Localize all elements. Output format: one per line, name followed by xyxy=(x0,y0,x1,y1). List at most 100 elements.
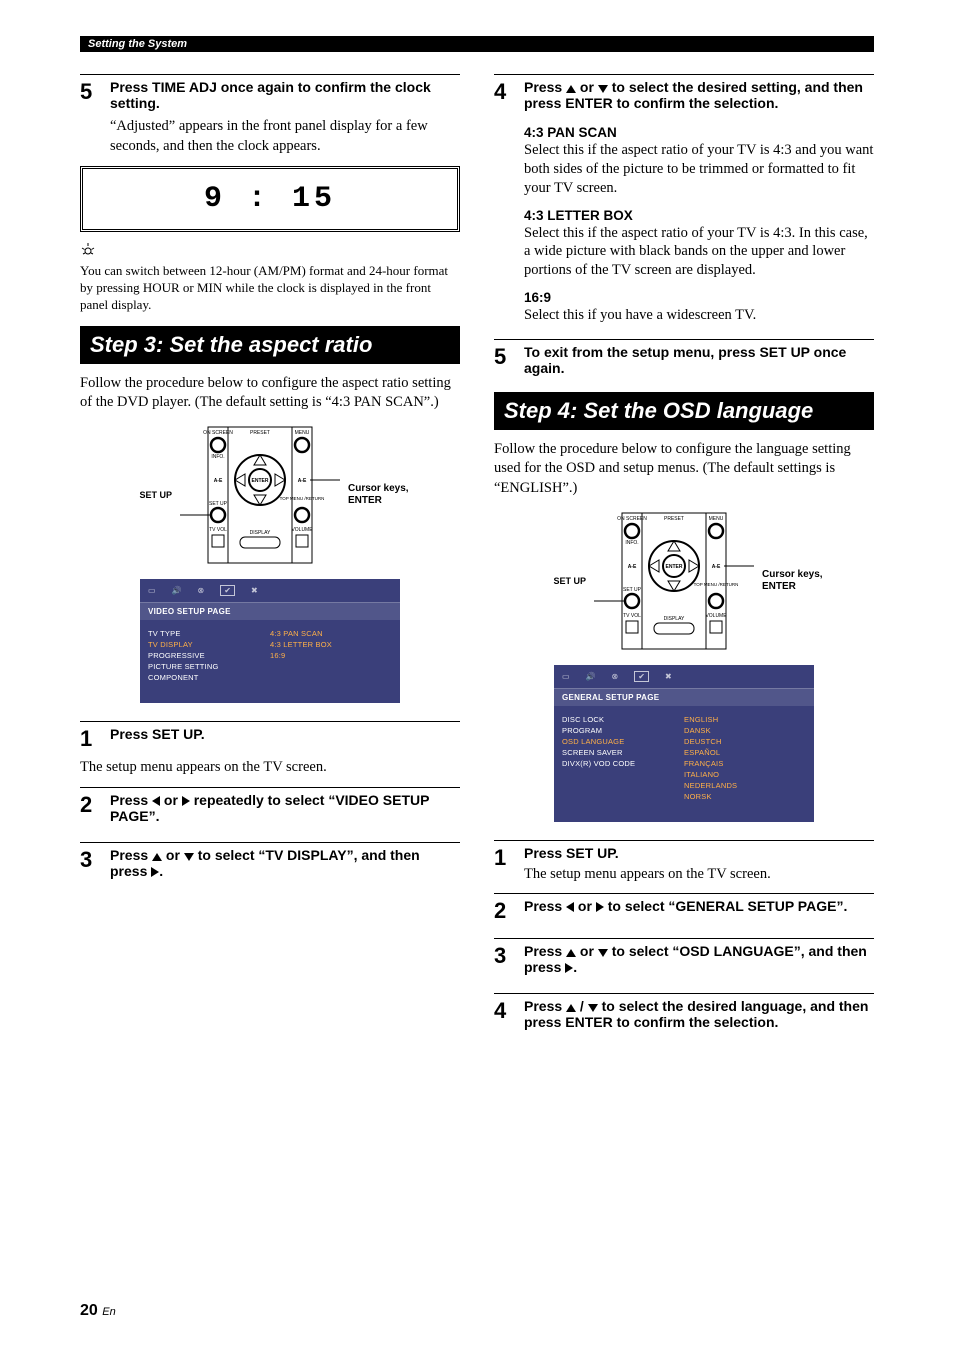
tab-icon: 🔊 xyxy=(586,672,596,681)
step-body: The setup menu appears on the TV screen. xyxy=(524,865,874,884)
up-icon xyxy=(566,949,576,957)
svg-text:PRESET: PRESET xyxy=(664,516,684,522)
osd-right-items: 4:3 PAN SCAN 4:3 LETTER BOX 16:9 xyxy=(270,628,392,683)
remote-illustration: ON SCREEN PRESET MENU INFO. A-E A-E ENTE… xyxy=(180,425,340,565)
osd-left-items: DISC LOCK PROGRAM OSD LANGUAGE SCREEN SA… xyxy=(562,714,684,802)
svg-text:A-E: A-E xyxy=(628,564,637,570)
step-number: 4 xyxy=(494,998,524,1034)
tab-icon: ✔ xyxy=(634,671,649,682)
right-r3: 3 Press or to select “OSD LANGUAGE”, and… xyxy=(494,943,874,979)
tab-icon: ▭ xyxy=(148,586,156,595)
down-icon xyxy=(598,85,608,93)
svg-text:SET UP: SET UP xyxy=(209,501,228,507)
remote-diagram: SET UP ON SCREEN PRESET MENU xyxy=(80,425,460,565)
tip-text: You can switch between 12-hour (AM/PM) f… xyxy=(80,263,460,314)
option-text: Select this if you have a widescreen TV. xyxy=(524,306,874,325)
step-body: The setup menu appears on the TV screen. xyxy=(80,758,460,778)
svg-text:A-E: A-E xyxy=(712,564,721,570)
step-number: 3 xyxy=(494,943,524,979)
step-title: Press SET UP. xyxy=(110,726,460,742)
svg-text:ON SCREEN: ON SCREEN xyxy=(617,516,647,522)
svg-text:VOLUME: VOLUME xyxy=(291,527,313,533)
step-number: 5 xyxy=(494,344,524,380)
osd-video-setup: ▭ 🔊 ⊗ ✔ ✖ VIDEO SETUP PAGE TV TYPE TV DI… xyxy=(140,579,400,703)
osd-title: VIDEO SETUP PAGE xyxy=(140,603,400,620)
step-title: Press or repeatedly to select “VIDEO SET… xyxy=(110,792,460,824)
clock-readout: 9 : 15 xyxy=(204,182,336,216)
svg-text:MENU: MENU xyxy=(295,430,310,436)
svg-text:A-E: A-E xyxy=(298,478,307,484)
tab-icon: ✖ xyxy=(665,672,672,681)
svg-text:TOP MENU /RETURN: TOP MENU /RETURN xyxy=(694,582,739,587)
svg-text:TV VOL: TV VOL xyxy=(209,527,227,533)
svg-text:TOP MENU /RETURN: TOP MENU /RETURN xyxy=(280,496,325,501)
right-r1: 1 Press SET UP. The setup menu appears o… xyxy=(494,845,874,884)
svg-text:INFO.: INFO. xyxy=(211,454,224,460)
tip-icon xyxy=(80,242,460,261)
option-heading: 16:9 xyxy=(524,290,874,305)
down-icon xyxy=(588,1004,598,1012)
step-title: Press or to select “TV DISPLAY”, and the… xyxy=(110,847,460,879)
option-text: Select this if the aspect ratio of your … xyxy=(524,224,874,281)
osd-title: GENERAL SETUP PAGE xyxy=(554,689,814,706)
remote-diagram: SET UP ON SCREEN PRESET MENU INFO. A-E A… xyxy=(494,511,874,651)
section-heading: Step 3: Set the aspect ratio xyxy=(80,326,460,364)
step-title: Press or to select “OSD LANGUAGE”, and t… xyxy=(524,943,874,975)
up-icon xyxy=(152,853,162,861)
option-heading: 4:3 PAN SCAN xyxy=(524,125,874,140)
section-intro: Follow the procedure below to configure … xyxy=(494,440,874,499)
step-number: 4 xyxy=(494,79,524,115)
step-title: Press TIME ADJ once again to confirm the… xyxy=(110,79,460,111)
left-s3: 3 Press or to select “TV DISPLAY”, and t… xyxy=(80,847,460,883)
remote-left-label: SET UP xyxy=(112,490,172,500)
osd-left-items: TV TYPE TV DISPLAY PROGRESSIVE PICTURE S… xyxy=(148,628,270,683)
svg-text:ENTER: ENTER xyxy=(252,478,269,484)
svg-text:A-E: A-E xyxy=(214,478,223,484)
remote-illustration: ON SCREEN PRESET MENU INFO. A-E A-E ENTE… xyxy=(594,511,754,651)
tab-icon: ✔ xyxy=(220,585,235,596)
step-title: Press or to select the desired setting, … xyxy=(524,79,874,111)
svg-text:INFO.: INFO. xyxy=(625,540,638,546)
section-intro: Follow the procedure below to configure … xyxy=(80,374,460,413)
svg-text:DISPLAY: DISPLAY xyxy=(250,530,271,536)
option-text: Select this if the aspect ratio of your … xyxy=(524,141,874,198)
tab-icon: ✖ xyxy=(251,586,258,595)
step-title: To exit from the setup menu, press SET U… xyxy=(524,344,874,376)
step-number: 2 xyxy=(80,792,110,828)
tab-icon: ⊗ xyxy=(198,586,205,595)
svg-text:VOLUME: VOLUME xyxy=(705,613,727,619)
right-s5: 5 To exit from the setup menu, press SET… xyxy=(494,344,874,380)
svg-text:ENTER: ENTER xyxy=(666,564,683,570)
left-s1: 1 Press SET UP. xyxy=(80,726,460,752)
right-icon xyxy=(182,796,190,806)
left-icon xyxy=(152,796,160,806)
right-icon xyxy=(596,902,604,912)
step-number: 5 xyxy=(80,79,110,115)
remote-left-label: SET UP xyxy=(526,576,586,586)
tab-icon: 🔊 xyxy=(172,586,182,595)
remote-right-label: Cursor keys, ENTER xyxy=(348,483,428,507)
right-column: 4 Press or to select the desired setting… xyxy=(494,74,874,1034)
step-body: “Adjusted” appears in the front panel di… xyxy=(110,117,460,156)
running-header: Setting the System xyxy=(80,36,874,52)
svg-text:MENU: MENU xyxy=(709,516,724,522)
step-title: Press / to select the desired language, … xyxy=(524,998,874,1030)
osd-right-items: ENGLISHDANSKDEUSTCHESPAÑOLFRANÇAISITALIA… xyxy=(684,714,806,802)
svg-text:TV VOL: TV VOL xyxy=(623,613,641,619)
right-r4: 4 Press / to select the desired language… xyxy=(494,998,874,1034)
left-s2: 2 Press or repeatedly to select “VIDEO S… xyxy=(80,792,460,828)
left-step5: 5 Press TIME ADJ once again to confirm t… xyxy=(80,79,460,115)
svg-text:DISPLAY: DISPLAY xyxy=(664,616,685,622)
page-number: 20 En xyxy=(80,1302,116,1320)
option-heading: 4:3 LETTER BOX xyxy=(524,208,874,223)
up-icon xyxy=(566,1004,576,1012)
right-r2: 2 Press or to select “GENERAL SETUP PAGE… xyxy=(494,898,874,924)
front-panel-display: 9 : 15 xyxy=(80,166,460,232)
step-title: Press SET UP. xyxy=(524,845,874,861)
step-number: 3 xyxy=(80,847,110,883)
step-number: 1 xyxy=(80,726,110,752)
svg-text:SET UP: SET UP xyxy=(623,587,642,593)
step-number: 1 xyxy=(494,845,524,884)
down-icon xyxy=(184,853,194,861)
step-number: 2 xyxy=(494,898,524,924)
